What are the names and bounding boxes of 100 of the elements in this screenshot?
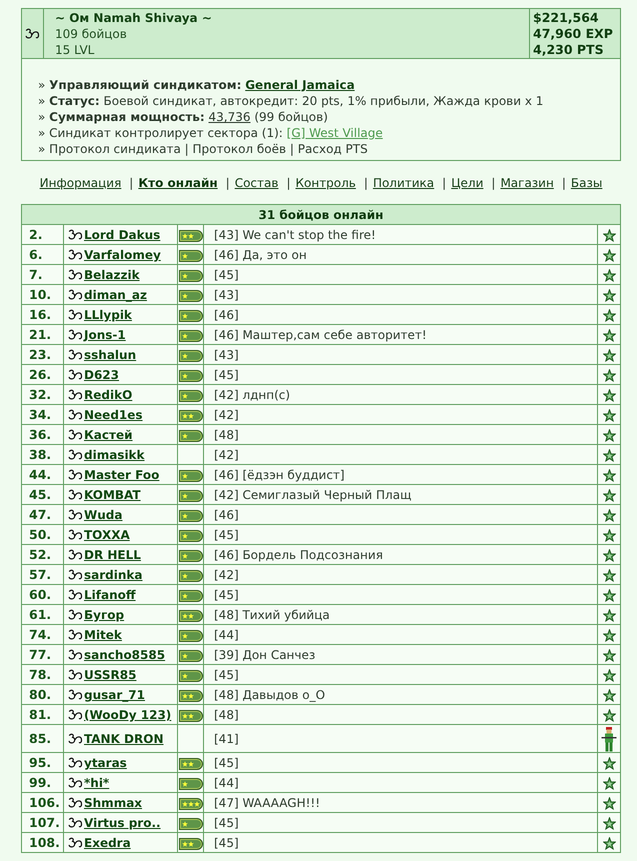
level-status-text: [42] [214, 568, 239, 582]
star-badge-icon [602, 449, 616, 462]
level-status-text: [46] Да, это он [214, 248, 307, 262]
star-badge-icon [602, 689, 616, 702]
star-icon [182, 372, 188, 379]
power-link[interactable]: 43,736 [208, 110, 250, 124]
star-badge-icon [602, 589, 616, 602]
om-symbol-icon [68, 689, 83, 700]
star-badge-icon [602, 609, 616, 622]
rank-number: 26. [29, 367, 52, 382]
level-status-text: [45] [214, 528, 239, 542]
rank-number: 61. [29, 607, 52, 622]
om-symbol-icon [68, 429, 83, 440]
om-symbol-icon [68, 249, 83, 260]
star-icon [182, 780, 188, 787]
nav-tab-link[interactable]: Кто онлайн [138, 176, 218, 190]
om-symbol-icon [68, 649, 83, 660]
star-badge-icon [602, 669, 616, 682]
player-name-link[interactable]: *hi* [84, 776, 110, 790]
level-status-text: [41] [214, 732, 239, 746]
star-badge-icon [602, 329, 616, 342]
om-symbol-icon [68, 449, 83, 460]
rank-number: 32. [29, 387, 52, 402]
rank-number: 107. [29, 815, 60, 830]
star-icon [182, 292, 188, 299]
level-status-text: [46] Бордель Подсознания [214, 548, 383, 562]
protocol-link[interactable]: Расход PTS [298, 142, 368, 156]
nav-tab-link[interactable]: Базы [570, 176, 602, 190]
om-symbol-icon [68, 489, 83, 500]
star-badge-icon [602, 409, 616, 422]
star-badge-icon [602, 549, 616, 562]
star-icon [182, 672, 188, 679]
rank-number: 45. [29, 487, 52, 502]
om-symbol-icon [68, 329, 83, 340]
star-badge-icon [602, 817, 616, 830]
nav-tab-link[interactable]: Состав [234, 176, 278, 190]
level-status-text: [43] We can't stop the fire! [214, 228, 376, 242]
level-status-text: [42] Семиглазый Черный Плащ [214, 488, 412, 502]
soldier-icon [601, 726, 617, 752]
star-icon [182, 352, 188, 359]
star-badge-icon [602, 369, 616, 382]
clan-stat: 47,960 EXP [533, 26, 614, 42]
fighter-count: 109 бойцов [55, 26, 128, 42]
nav-tab-link[interactable]: Цели [451, 176, 484, 190]
star-badge-icon [602, 469, 616, 482]
star-badge-icon [602, 229, 616, 242]
om-symbol-icon [68, 797, 83, 808]
rank-number: 38. [29, 447, 52, 462]
level-status-text: [46] Маштер,сам себе авторитет! [214, 328, 427, 342]
om-symbol-icon [68, 549, 83, 560]
nav-tab-link[interactable]: Контроль [295, 176, 356, 190]
nav-separator: | [364, 176, 368, 190]
rank-number: 50. [29, 527, 52, 542]
om-symbol-icon [68, 469, 83, 480]
star-icon [182, 632, 188, 639]
rank-number: 21. [29, 327, 52, 342]
rank-number: 16. [29, 307, 52, 322]
rank-number: 52. [29, 547, 52, 562]
om-symbol-icon [68, 733, 83, 744]
rank-number: 36. [29, 427, 52, 442]
star-badge-icon [602, 429, 616, 442]
star-badge-icon [602, 309, 616, 322]
om-symbol-icon [68, 389, 83, 400]
rank-number: 80. [29, 687, 52, 702]
star-badge-icon [602, 569, 616, 582]
rank-number: 47. [29, 507, 52, 522]
rank-number: 81. [29, 707, 52, 722]
rank-number: 106. [29, 795, 60, 810]
om-symbol-icon [68, 669, 83, 680]
om-symbol-icon [68, 569, 83, 580]
star-icon [182, 572, 188, 579]
rank-number: 57. [29, 567, 52, 582]
star-icon [182, 332, 188, 339]
star-badge-icon [602, 777, 616, 790]
om-symbol-icon [68, 589, 83, 600]
rank-number: 10. [29, 287, 52, 302]
protocol-link[interactable]: Протокол синдиката [49, 142, 181, 156]
protocol-link[interactable]: Протокол боёв [192, 142, 286, 156]
rank-number: 34. [29, 407, 52, 422]
star-badge-icon [602, 797, 616, 810]
level-status-text: [47] WAAAAGH!!! [214, 796, 320, 810]
level-status-text: [45] [214, 756, 239, 770]
om-symbol-icon [68, 309, 83, 320]
info-line: » Статус: Боевой синдикат, автокредит: 20 pts, 1% прибыли, Жажда крови x 1 [38, 93, 544, 109]
info-line: » Синдикат контролирует сектора (1): [G] West Village [38, 125, 384, 141]
rank-number: 85. [29, 731, 52, 746]
om-symbol-icon [68, 709, 83, 720]
level-status-text: [43] [214, 288, 239, 302]
nav-tab-link[interactable]: Информация [40, 176, 122, 190]
om-symbol-icon [68, 349, 83, 360]
star-badge-icon [602, 709, 616, 722]
player-link[interactable]: General Jamaica [245, 78, 355, 92]
level-status-text: [42] [214, 408, 239, 422]
nav-separator: | [286, 176, 290, 190]
star-badge-icon [602, 249, 616, 262]
nav-tab-link[interactable]: Политика [372, 176, 434, 190]
level-status-text: [39] Дон Санчез [214, 648, 316, 662]
nav-tab-link[interactable]: Магазин [500, 176, 554, 190]
info-line: » Суммарная мощность: 43,736 (99 бойцов) [38, 109, 329, 125]
rank-number: 108. [29, 835, 60, 850]
